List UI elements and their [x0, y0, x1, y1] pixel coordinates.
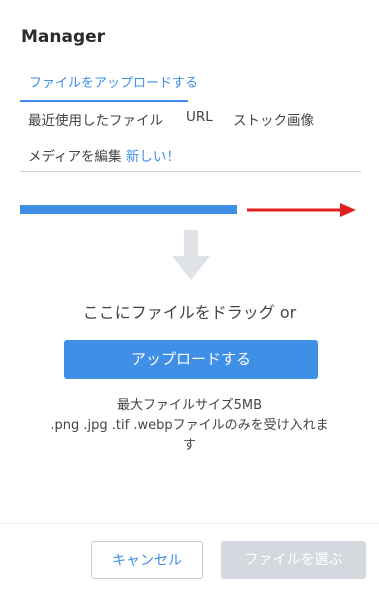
tab-upload-label: ファイルをアップロードする [29, 76, 199, 91]
tab-edit-media[interactable]: メディアを編集 新しい！ [28, 145, 180, 165]
accepted-formats-text: .png .jpg .tif .webpファイルのみを受け入れま [50, 418, 329, 433]
choose-file-button[interactable]: ファイルを選ぶ [221, 541, 366, 579]
tab-url[interactable]: URL [186, 109, 213, 125]
tabs-divider [20, 171, 361, 172]
upload-button[interactable]: アップロードする [64, 340, 318, 379]
new-badge: 新しい！ [125, 149, 180, 165]
manager-title: Manager [21, 27, 106, 47]
tab-stock-images[interactable]: ストック画像 [233, 109, 314, 129]
tab-upload[interactable]: ファイルをアップロードする [20, 64, 198, 102]
cancel-button[interactable]: キャンセル [91, 541, 203, 579]
arrow-down-icon [172, 230, 210, 280]
tab-edit-media-label: メディアを編集 [28, 149, 122, 165]
max-file-size-text: 最大ファイルサイズ5MB [116, 398, 263, 413]
drag-files-text: ここにファイルをドラッグ or [82, 303, 297, 322]
tab-recent-files[interactable]: 最近使用したファイル [28, 109, 163, 129]
right-arrow-icon [247, 203, 356, 217]
upload-progress-bar [20, 205, 237, 214]
footer-divider [0, 523, 379, 524]
accepted-formats-text-cont: す [182, 438, 196, 453]
